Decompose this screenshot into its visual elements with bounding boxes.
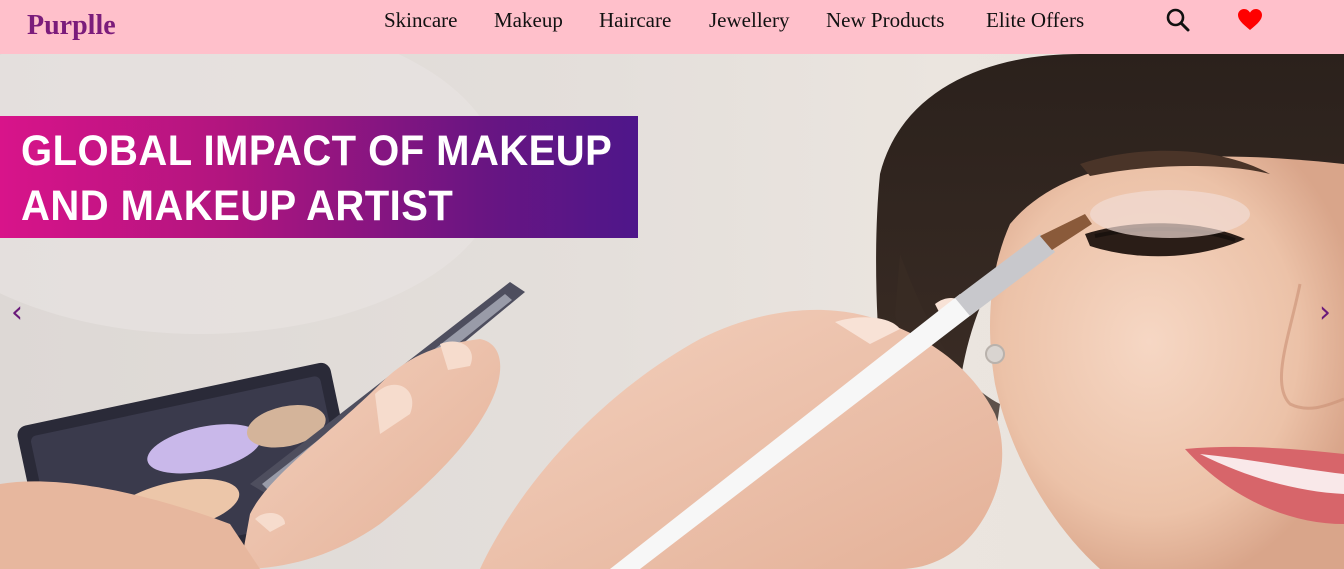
hero-banner-line-1: GLOBAL IMPACT OF MAKEUP — [21, 127, 613, 175]
wishlist-button[interactable] — [1237, 8, 1263, 32]
hero-banner-line-2: AND MAKEUP ARTIST — [21, 182, 454, 230]
navbar: Purplle Skincare Makeup Haircare Jewelle… — [0, 0, 1344, 54]
heart-icon — [1238, 9, 1262, 30]
nav-link-new-products[interactable]: New Products — [826, 8, 944, 32]
carousel-next-button[interactable]: › — [1312, 294, 1338, 332]
nav-link-skincare[interactable]: Skincare — [384, 8, 457, 32]
brand-logo[interactable]: Purplle — [27, 8, 116, 44]
hero-carousel: GLOBAL IMPACT OF MAKEUP AND MAKEUP ARTIS… — [0, 54, 1344, 569]
nav-link-elite-offers[interactable]: Elite Offers — [986, 8, 1084, 32]
nav-link-jewellery[interactable]: Jewellery — [709, 8, 789, 32]
search-button[interactable] — [1165, 7, 1191, 33]
nav-link-haircare[interactable]: Haircare — [599, 8, 671, 32]
search-icon — [1166, 8, 1190, 32]
hero-banner: GLOBAL IMPACT OF MAKEUP AND MAKEUP ARTIS… — [0, 116, 638, 238]
carousel-prev-button[interactable]: ‹ — [4, 294, 30, 332]
nav-link-makeup[interactable]: Makeup — [494, 8, 563, 32]
